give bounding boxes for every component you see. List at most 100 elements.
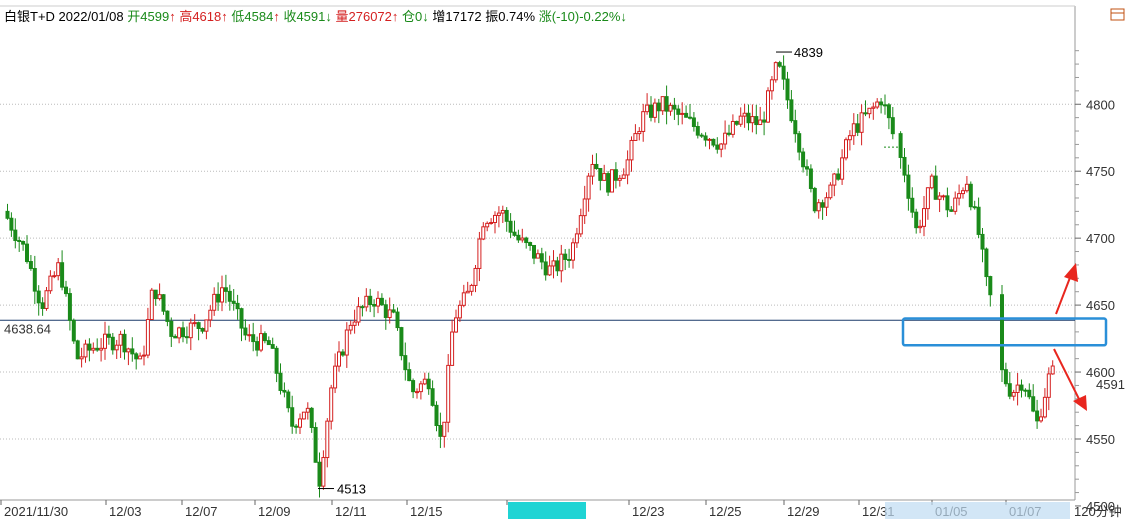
period-label[interactable]: 120分钟 [1074, 504, 1122, 519]
candle-body [110, 336, 115, 351]
candle-body [383, 304, 388, 318]
candle-body [957, 193, 962, 199]
arrow-down-icon [1053, 348, 1087, 411]
candle-body [1035, 410, 1040, 422]
candle-body [255, 341, 260, 351]
candle-body [847, 135, 852, 141]
candle-body [360, 306, 365, 309]
candle-body [481, 226, 486, 240]
candle-body [816, 202, 821, 212]
candle-body [422, 378, 427, 385]
candle-body [1019, 384, 1024, 391]
candle-body [937, 195, 942, 200]
candle-body [40, 302, 45, 309]
candle-body [457, 304, 462, 319]
y-axis-ticks: 4500455046004650470047504800 [1075, 50, 1115, 514]
candle-body [1039, 416, 1043, 422]
candle-body [664, 96, 669, 112]
candle-body [945, 195, 950, 211]
x-axis-label: 12/25 [709, 504, 742, 519]
candle-body [980, 233, 985, 250]
window-toggle-icon[interactable] [1110, 8, 1125, 21]
candle-body [754, 116, 759, 126]
candle-body [855, 123, 860, 133]
candle-body [21, 240, 26, 245]
candle-body [699, 134, 704, 137]
candle-body [442, 421, 447, 437]
x-axis-label: 12/07 [185, 504, 218, 519]
candle-body [551, 260, 556, 267]
candle-body [493, 214, 497, 223]
candle-body [153, 289, 158, 300]
candle-body [262, 333, 267, 342]
candle-body [773, 62, 778, 81]
candle-body [719, 143, 724, 150]
candle-body [734, 120, 739, 125]
candle-body [1046, 373, 1051, 398]
candle-body [454, 317, 458, 333]
candle-body [524, 237, 529, 244]
candle-body [563, 253, 568, 260]
candle-body [925, 187, 930, 210]
candle-body [746, 112, 751, 124]
candle-body [169, 320, 174, 337]
candle-body [28, 261, 33, 269]
candle-body [5, 210, 10, 219]
high-annotation: 4839 [776, 45, 823, 60]
candle-body [223, 287, 228, 292]
candle-body [914, 211, 919, 229]
candle-body [477, 238, 482, 269]
candle-body [235, 302, 240, 310]
candle-body [968, 183, 973, 208]
candle-body [625, 159, 630, 176]
candle-body [379, 297, 384, 306]
candle-body [368, 295, 373, 305]
candle-body [372, 303, 377, 307]
candle-body [145, 319, 150, 356]
candle-body [157, 294, 162, 300]
candle-body [325, 420, 330, 459]
candle-body [489, 221, 494, 224]
kline-chart[interactable]: 白银T+D 2022/01/08 开4599↑ 高4618↑ 低4584↑ 收4… [0, 0, 1129, 521]
candle-body [114, 344, 119, 351]
candle-body [149, 289, 154, 321]
candle-body [512, 231, 517, 236]
candle-body [859, 112, 864, 133]
candles [5, 55, 1055, 498]
candle-body [278, 372, 283, 391]
candle-body [356, 306, 361, 323]
candle-body [684, 112, 689, 118]
candle-body [348, 324, 353, 331]
candle-body [79, 356, 84, 360]
candle-body [95, 347, 100, 351]
candle-body [797, 133, 802, 153]
candle-body [438, 425, 443, 437]
candle-body [259, 333, 263, 351]
candle-body [208, 309, 213, 321]
y-tick-label: 4750 [1086, 164, 1115, 179]
x-axis-label: 12/03 [109, 504, 142, 519]
candle-body [520, 237, 525, 241]
candle-body [192, 322, 197, 325]
candle-body [594, 163, 599, 170]
candle-body [181, 327, 185, 338]
candle-body [637, 130, 642, 135]
candle-body [504, 209, 509, 222]
candle-body [691, 117, 696, 128]
candle-body [984, 248, 989, 278]
candle-body [17, 239, 22, 242]
candle-body [851, 123, 856, 137]
candle-body [532, 244, 536, 259]
candle-body [399, 327, 404, 357]
candle-body [216, 293, 221, 303]
candle-body [106, 333, 111, 338]
candle-body [922, 208, 926, 227]
candle-body [434, 404, 439, 427]
candle-body [723, 132, 728, 145]
candle-body [730, 120, 735, 135]
candle-body [910, 197, 915, 213]
candle-body [824, 197, 829, 208]
candle-body [134, 353, 139, 360]
candle-body [196, 322, 201, 329]
candle-body [204, 319, 209, 332]
